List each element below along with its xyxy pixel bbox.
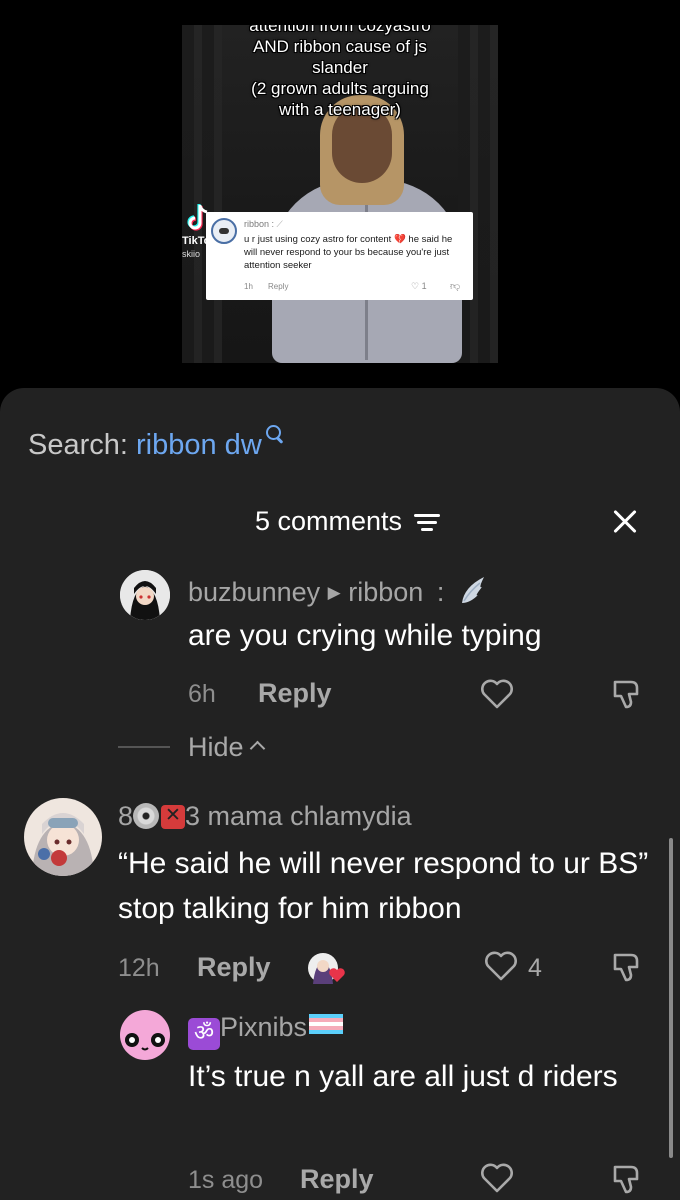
comments-count: 5 comments	[255, 506, 403, 536]
comment-username[interactable]: 83 mama chlamydia	[118, 801, 412, 832]
reply-button[interactable]: Reply	[300, 1164, 374, 1195]
dislike-icon[interactable]	[609, 950, 643, 984]
avatar-buzbunney-icon	[120, 570, 170, 620]
reply-button[interactable]: Reply	[258, 678, 332, 709]
dislike-icon[interactable]	[609, 677, 643, 711]
card-reply-label: Reply	[268, 282, 289, 291]
dislike-icon: 👎︎	[450, 281, 461, 292]
search-icon[interactable]	[264, 424, 284, 444]
caption-line: slander	[312, 58, 368, 77]
avatar-pixnibs-icon	[120, 1010, 170, 1060]
chevron-up-icon	[249, 740, 265, 757]
embedded-reply-card: ribbon : ⟋ u r just using cozy astro for…	[206, 212, 473, 300]
dislike-icon[interactable]	[609, 1162, 643, 1196]
creator-heart-icon	[308, 953, 345, 984]
caption-line: AND ribbon cause of js	[253, 37, 427, 56]
close-button[interactable]	[600, 500, 648, 544]
avatar[interactable]	[120, 1010, 170, 1060]
om-badge-icon: ॐ	[188, 1018, 220, 1050]
trans-flag-icon	[309, 1014, 344, 1034]
video-caption: attention from cozyastro AND ribbon caus…	[182, 25, 498, 120]
card-like: ♡ 1	[411, 281, 427, 292]
avatar[interactable]	[24, 798, 102, 876]
comment-text: It’s true n yall are all just d riders	[188, 1060, 618, 1093]
heart-icon: ♡	[411, 281, 420, 291]
avatar[interactable]	[120, 570, 170, 620]
search-row[interactable]: Search: ribbon dw	[28, 424, 284, 462]
feather-icon: ⟋	[276, 219, 283, 229]
comment-text: “He said he will never respond to ur BS”…	[118, 847, 649, 925]
reply-button[interactable]: Reply	[197, 952, 271, 983]
card-time: 1h	[244, 282, 253, 291]
card-avatar	[211, 218, 237, 244]
like-count: 4	[528, 954, 542, 982]
comment-time: 12h	[118, 954, 160, 982]
comment-username[interactable]: ॐ Pixnibs	[188, 1012, 344, 1050]
video-preview[interactable]: attention from cozyastro AND ribbon caus…	[182, 25, 498, 363]
anger-icon	[161, 804, 186, 829]
comment-text: are you crying while typing	[188, 619, 542, 652]
comments-header: 5 comments	[255, 506, 440, 537]
cd-disc-icon	[133, 803, 160, 829]
caption-line: (2 grown adults arguing	[251, 79, 429, 98]
heart-icon[interactable]	[480, 678, 514, 710]
avatar-mama-chlamydia-icon	[24, 798, 102, 876]
comment-username[interactable]: buzbunney ▶ ribbon :	[188, 573, 490, 608]
card-username: ribbon : ⟋	[244, 219, 283, 229]
caption-line: attention from cozyastro	[249, 25, 431, 35]
scrollbar[interactable]	[669, 838, 673, 1158]
caption-line: with a teenager)	[279, 100, 401, 119]
hide-replies-button[interactable]: Hide	[188, 732, 265, 763]
heart-icon[interactable]	[480, 1162, 514, 1194]
card-like-count: 1	[421, 281, 427, 291]
search-query[interactable]: ribbon dw	[136, 429, 262, 461]
comments-sheet: Search: ribbon dw 5 comments buzbunney ▶…	[0, 388, 680, 1200]
filter-icon[interactable]	[413, 511, 440, 531]
wing-icon	[461, 577, 484, 603]
search-prefix: Search:	[28, 429, 128, 461]
comment-time: 6h	[188, 680, 216, 708]
card-comment-text: u r just using cozy astro for content 💔 …	[244, 234, 453, 271]
reply-arrow-icon: ▶	[327, 583, 341, 603]
comment-time: 1s ago	[188, 1166, 264, 1194]
divider	[118, 746, 170, 748]
tiktok-watermark-sub: skiio	[182, 249, 201, 259]
heart-icon[interactable]	[484, 950, 518, 982]
creator-liked-badge	[307, 950, 347, 986]
